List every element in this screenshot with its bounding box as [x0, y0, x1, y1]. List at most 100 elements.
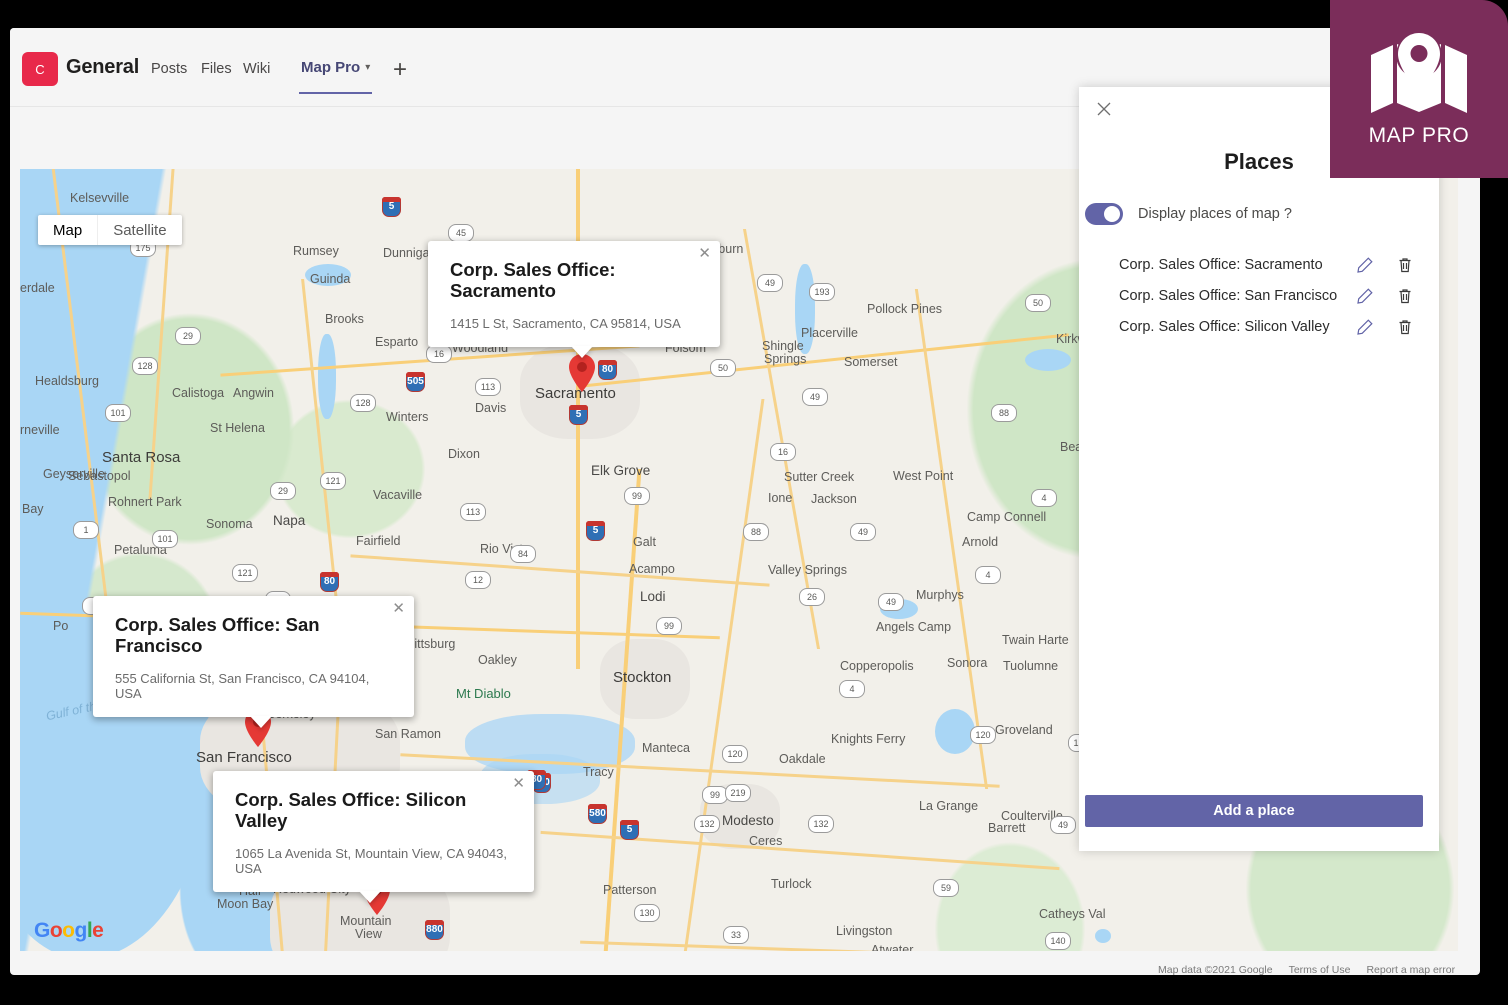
map-route-shield: 113: [460, 503, 486, 521]
map-route-shield: 29: [270, 482, 296, 500]
map-route-shield: 880: [425, 920, 444, 940]
map-label: Healdsburg: [35, 374, 99, 388]
trash-icon[interactable]: [1396, 256, 1414, 274]
map-road-132: [540, 830, 1060, 871]
tab-wiki[interactable]: Wiki: [243, 61, 270, 77]
map-route-shield: 113: [475, 378, 501, 396]
place-name: Corp. Sales Office: Silicon Valley: [1119, 318, 1330, 335]
map-route-shield: 4: [1031, 489, 1057, 507]
close-icon[interactable]: [1093, 98, 1115, 120]
place-name: Corp. Sales Office: San Francisco: [1119, 287, 1338, 304]
info-window-title: Corp. Sales Office: Silicon Valley: [235, 789, 467, 832]
map-label: Groveland: [995, 723, 1053, 737]
map-label: Moon Bay: [217, 897, 274, 911]
places-panel: Places Display places of map ? Corp. Sal…: [1079, 87, 1439, 851]
map-label: Angwin: [233, 386, 274, 400]
map-water-lake4: [1025, 349, 1071, 371]
map-label: La Grange: [919, 799, 979, 813]
map-marker-sacramento[interactable]: [569, 354, 595, 392]
map-type-control[interactable]: Map Satellite: [38, 215, 182, 245]
map-route-shield: 80: [320, 572, 339, 592]
page-title: General: [66, 56, 140, 78]
map-label: West Point: [893, 469, 954, 483]
map-route-shield: 219: [725, 784, 751, 802]
map-label: View: [355, 927, 382, 941]
map-route-shield: 128: [132, 357, 158, 375]
map-label: Oakdale: [779, 752, 826, 766]
map-type-satellite-button[interactable]: Satellite: [98, 215, 181, 245]
map-label: Sonora: [947, 656, 988, 670]
map-route-shield: 84: [510, 545, 536, 563]
map-label: Fairfield: [356, 534, 401, 548]
map-label: Twain Harte: [1002, 633, 1069, 647]
map-label: Ione: [768, 491, 793, 505]
map-label: Manteca: [642, 741, 690, 755]
map-label: Mt Diablo: [456, 686, 511, 701]
info-window-tip: [359, 890, 381, 903]
map-label: Catheys Val: [1039, 907, 1106, 921]
map-label: Jackson: [811, 492, 857, 506]
tab-files[interactable]: Files: [201, 61, 232, 77]
map-route-shield: 33: [723, 926, 749, 944]
pencil-icon[interactable]: [1356, 287, 1374, 305]
map-road-49: [678, 399, 765, 951]
map-label: Barrett: [988, 821, 1026, 835]
map-label: Pollock Pines: [867, 302, 943, 316]
info-window-close-icon[interactable]: ✕: [698, 246, 711, 261]
place-list-item[interactable]: Corp. Sales Office: San Francisco: [1079, 280, 1439, 311]
map-route-shield: 99: [656, 617, 682, 635]
map-water-lake6: [935, 709, 975, 754]
place-list-item[interactable]: Corp. Sales Office: Silicon Valley: [1079, 311, 1439, 342]
map-pro-label: MAP PRO: [1368, 123, 1470, 147]
display-places-toggle[interactable]: [1085, 203, 1123, 225]
map-label: St Helena: [210, 421, 265, 435]
map-label: Galt: [633, 535, 656, 549]
chevron-down-icon[interactable]: ▾: [365, 62, 370, 73]
map-route-shield: 88: [743, 523, 769, 541]
map-type-map-button[interactable]: Map: [38, 215, 99, 245]
map-label: San Francisco: [196, 749, 292, 766]
map-route-shield: 132: [694, 815, 720, 833]
map-water-lake3: [318, 334, 336, 419]
map-route-shield: 130: [634, 904, 660, 922]
map-label: Napa: [273, 513, 306, 528]
info-window-close-icon[interactable]: ✕: [512, 776, 525, 791]
map-label: Sonoma: [206, 517, 253, 531]
map-route-shield: 120: [722, 745, 748, 763]
toggle-knob: [1104, 206, 1120, 222]
map-label: erdale: [20, 281, 55, 295]
map-route-shield: 101: [152, 530, 178, 548]
pencil-icon[interactable]: [1356, 318, 1374, 336]
info-window-silicon-valley[interactable]: ✕ Corp. Sales Office: Silicon Valley 106…: [213, 771, 534, 903]
map-route-shield: 121: [232, 564, 258, 582]
map-route-shield: 88: [991, 404, 1017, 422]
tab-posts[interactable]: Posts: [151, 61, 187, 77]
map-route-shield: 5: [620, 820, 639, 840]
attribution-report[interactable]: Report a map error: [1366, 964, 1455, 975]
info-window-san-francisco[interactable]: ✕ Corp. Sales Office: San Francisco 555 …: [93, 596, 414, 728]
map-label: Murphys: [916, 588, 964, 602]
map-label: Shingle: [762, 339, 804, 353]
tab-map-pro[interactable]: Map Pro ▾: [298, 59, 373, 94]
info-window-title: Corp. Sales Office: Sacramento: [450, 259, 616, 302]
add-tab-button[interactable]: +: [393, 56, 407, 84]
map-label: Knights Ferry: [831, 732, 906, 746]
map-route-shield: 49: [1050, 816, 1076, 834]
info-window-sacramento[interactable]: ✕ Corp. Sales Office: Sacramento 1415 L …: [428, 241, 720, 358]
map-water-lake8: [1095, 929, 1111, 943]
trash-icon[interactable]: [1396, 318, 1414, 336]
add-a-place-button[interactable]: Add a place: [1085, 795, 1423, 827]
pencil-icon[interactable]: [1356, 256, 1374, 274]
map-route-shield: 50: [1025, 294, 1051, 312]
info-window-address: 555 California St, San Francisco, CA 941…: [115, 670, 370, 701]
map-label: Springs: [764, 352, 807, 366]
attribution-terms[interactable]: Terms of Use: [1289, 964, 1351, 975]
team-avatar: C: [22, 52, 58, 86]
info-window-tip: [250, 715, 272, 728]
map-label: Rumsey: [293, 244, 339, 258]
trash-icon[interactable]: [1396, 287, 1414, 305]
map-label: Tracy: [583, 765, 614, 779]
map-route-shield: 16: [426, 345, 452, 363]
info-window-close-icon[interactable]: ✕: [392, 601, 405, 616]
place-list-item[interactable]: Corp. Sales Office: Sacramento: [1079, 249, 1439, 280]
